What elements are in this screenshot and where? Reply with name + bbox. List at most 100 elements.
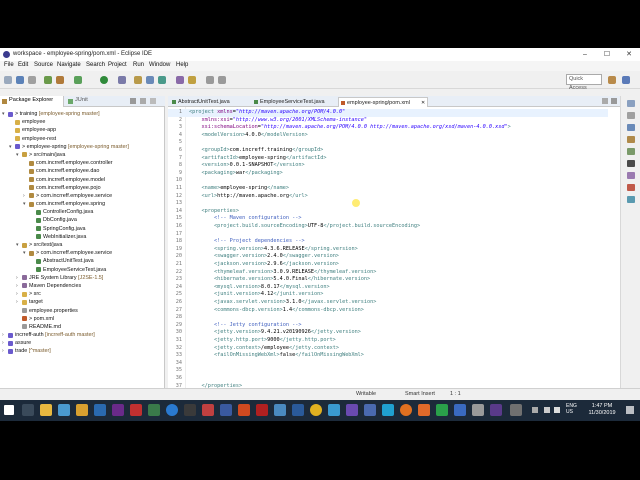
tree-expand-icon[interactable]: ▾ — [9, 143, 12, 151]
code-line[interactable]: 22 <thymeleaf.version>3.0.9.RELEASE</thy… — [168, 269, 608, 277]
tree-item[interactable]: ▾ com.incrreff.employee.spring — [0, 200, 165, 208]
code-line[interactable]: 31 <jetty.http.port>9000</jetty.http.por… — [168, 337, 608, 345]
code-line[interactable]: 23 <hibernate.version>5.4.0.Final</hiber… — [168, 276, 608, 284]
menu-edit[interactable]: Edit — [18, 62, 28, 68]
maximize-button[interactable]: ☐ — [596, 48, 618, 61]
minimize-button[interactable]: – — [574, 48, 596, 61]
tree-item[interactable]: ControllerConfig.java — [0, 208, 165, 216]
store-icon[interactable] — [58, 404, 70, 416]
code-line[interactable]: 3 xsi:schemaLocation="http://maven.apach… — [168, 124, 608, 132]
collapse-all-icon[interactable] — [130, 98, 136, 104]
tree-item[interactable]: com.incrreff.employee.model — [0, 176, 165, 184]
servers-icon[interactable] — [627, 196, 635, 203]
link-editor-icon[interactable] — [140, 98, 146, 104]
code-line[interactable]: 18 <!-- Project dependencies --> — [168, 238, 608, 246]
forward-icon[interactable] — [218, 76, 226, 84]
eclipse-taskbar-icon[interactable] — [490, 404, 502, 416]
visual-studio-icon[interactable] — [346, 404, 358, 416]
code-line[interactable]: 34 — [168, 360, 608, 368]
tree-expand-icon[interactable]: ▾ — [23, 249, 26, 257]
tree-expand-icon[interactable]: › — [16, 298, 18, 306]
tree-item[interactable]: DbConfig.java — [0, 216, 165, 224]
task-view-icon[interactable] — [22, 404, 34, 416]
network-icon[interactable] — [544, 407, 550, 413]
tree-item[interactable]: README.md — [0, 323, 165, 331]
tree-expand-icon[interactable]: ▾ — [16, 151, 19, 159]
code-line[interactable]: 21 <jackson.version>2.9.6</jackson.versi… — [168, 261, 608, 269]
app-icon-4[interactable] — [202, 404, 214, 416]
tree-item[interactable]: › > src — [0, 290, 165, 298]
code-line[interactable]: 4 <modelVersion>4.0.0</modelVersion> — [168, 132, 608, 140]
tree-expand-icon[interactable]: › — [16, 290, 18, 298]
console-icon[interactable] — [627, 160, 635, 167]
app-icon-10[interactable] — [418, 404, 430, 416]
code-line[interactable]: 32 <jetty.context>/employee</jetty.conte… — [168, 345, 608, 353]
tree-item[interactable]: com.incrreff.employee.controller — [0, 159, 165, 167]
chrome-icon[interactable] — [310, 404, 322, 416]
code-line[interactable]: 13 — [168, 200, 608, 208]
tree-item[interactable]: EmployeeServiceTest.java — [0, 266, 165, 274]
search-icon[interactable] — [188, 76, 196, 84]
save-icon[interactable] — [16, 76, 24, 84]
progress-icon[interactable] — [627, 172, 635, 179]
outline-icon[interactable] — [627, 100, 635, 107]
code-line[interactable]: 26 <javax.servlet.version>3.1.0</javax.s… — [168, 299, 608, 307]
code-line[interactable]: 12 <url>http://maven.apache.org</url> — [168, 193, 608, 201]
open-type-icon[interactable] — [176, 76, 184, 84]
code-line[interactable]: 9 <packaging>war</packaging> — [168, 170, 608, 178]
quick-access-input[interactable]: Quick Access — [566, 74, 602, 91]
git-staging-icon[interactable] — [627, 184, 635, 191]
app-icon-8[interactable] — [364, 404, 376, 416]
back-icon[interactable] — [206, 76, 214, 84]
tree-item[interactable]: › > com.incrreff.employee.service — [0, 192, 165, 200]
tree-expand-icon[interactable]: › — [2, 339, 4, 347]
tab-pom-xml[interactable]: employee-spring/pom.xml ✕ — [338, 97, 428, 107]
tree-item[interactable]: ▾ > src/test/java — [0, 241, 165, 249]
tab-abstract-unit-test[interactable]: AbstractUnitTest.java — [170, 97, 250, 107]
menu-file[interactable]: File — [4, 62, 14, 68]
edge-icon[interactable] — [166, 404, 178, 416]
tray-arrow-icon[interactable] — [532, 407, 538, 413]
code-line[interactable]: 1 <project xmlns="http://maven.apache.org… — [168, 109, 608, 117]
run-icon[interactable] — [100, 76, 108, 84]
tree-expand-icon[interactable]: ▾ — [23, 200, 26, 208]
task-list-icon[interactable] — [627, 112, 635, 119]
new-class-icon[interactable] — [158, 76, 166, 84]
code-line[interactable]: 7 <artifactId>employee-spring</artifactI… — [168, 155, 608, 163]
app-icon-7[interactable] — [328, 404, 340, 416]
firefox-icon[interactable] — [400, 404, 412, 416]
app-icon-2[interactable] — [112, 404, 124, 416]
tree-item[interactable]: com.incrreff.employee.dao — [0, 167, 165, 175]
tree-item[interactable]: ▾ > com.incrreff.employee.service — [0, 249, 165, 257]
code-line[interactable]: 17 — [168, 231, 608, 239]
code-line[interactable]: 29 <!-- Jetty configuration --> — [168, 322, 608, 330]
tree-expand-icon[interactable]: › — [23, 192, 25, 200]
code-line[interactable]: 16 <project.build.sourceEncoding>UTF-8</… — [168, 223, 608, 231]
file-explorer-icon[interactable] — [40, 404, 52, 416]
app-icon-13[interactable] — [472, 404, 484, 416]
code-line[interactable]: 2 xmlns:xsi="http://www.w3.org/2001/XMLS… — [168, 117, 608, 125]
tab-employee-service-test[interactable]: EmployeeServiceTest.java — [252, 97, 336, 107]
tree-expand-icon[interactable]: › — [2, 347, 4, 355]
tree-item[interactable]: com.incrreff.employee.pojo — [0, 184, 165, 192]
maximize-editor-icon[interactable] — [611, 98, 617, 104]
tree-item[interactable]: WebInitializer.java — [0, 233, 165, 241]
filezilla-icon[interactable] — [130, 404, 142, 416]
new-icon[interactable] — [4, 76, 12, 84]
menu-window[interactable]: Window — [149, 62, 170, 68]
menu-source[interactable]: Source — [34, 62, 53, 68]
tree-item[interactable]: › incrreff-auth [incrreff-auth master] — [0, 331, 165, 339]
tree-item[interactable]: employee.properties — [0, 307, 165, 315]
code-line[interactable]: 10 — [168, 177, 608, 185]
system-clock[interactable]: 1:47 PM 11/30/2019 — [582, 403, 622, 417]
code-line[interactable]: 35 — [168, 367, 608, 375]
app-icon-12[interactable] — [454, 404, 466, 416]
tree-item[interactable]: › Maven Dependencies — [0, 282, 165, 290]
code-line[interactable]: 20 <swagger.version>2.4.0</swagger.versi… — [168, 253, 608, 261]
xml-editor[interactable]: 1 <project xmlns="http://maven.apache.org… — [168, 107, 620, 411]
language-indicator[interactable]: ENG US — [566, 403, 577, 415]
app-icon-9[interactable] — [382, 404, 394, 416]
menu-search[interactable]: Search — [86, 62, 105, 68]
app-icon-11[interactable] — [436, 404, 448, 416]
java-perspective-icon[interactable] — [622, 76, 630, 84]
